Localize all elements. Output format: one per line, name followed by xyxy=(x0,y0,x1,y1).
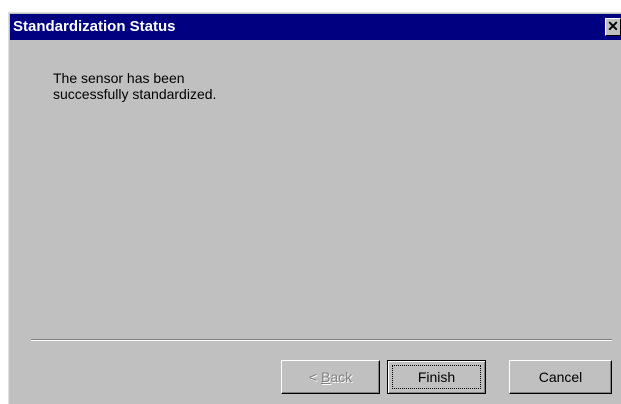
button-separator xyxy=(31,339,612,341)
back-button[interactable]: < Back xyxy=(281,360,380,394)
standardization-dialog: Standardization Status ✕ The sensor has … xyxy=(8,12,621,404)
dialog-title: Standardization Status xyxy=(13,18,176,35)
status-message-line-1: The sensor has been xyxy=(53,70,185,86)
dialog-titlebar: Standardization Status ✕ xyxy=(10,14,621,40)
close-icon: ✕ xyxy=(607,18,619,34)
back-button-accelerator: B xyxy=(320,368,331,385)
cancel-button[interactable]: Cancel xyxy=(509,360,612,394)
finish-button[interactable]: Finish xyxy=(387,360,486,394)
back-button-prefix: < xyxy=(308,368,321,385)
cancel-button-label: Cancel xyxy=(538,368,583,385)
finish-button-label: Finish xyxy=(392,365,481,389)
status-message-line-2: successfully standardized. xyxy=(53,86,217,102)
close-button[interactable]: ✕ xyxy=(605,18,621,36)
back-button-label: ack xyxy=(330,368,353,385)
status-message: The sensor has been successfully standar… xyxy=(53,70,353,102)
